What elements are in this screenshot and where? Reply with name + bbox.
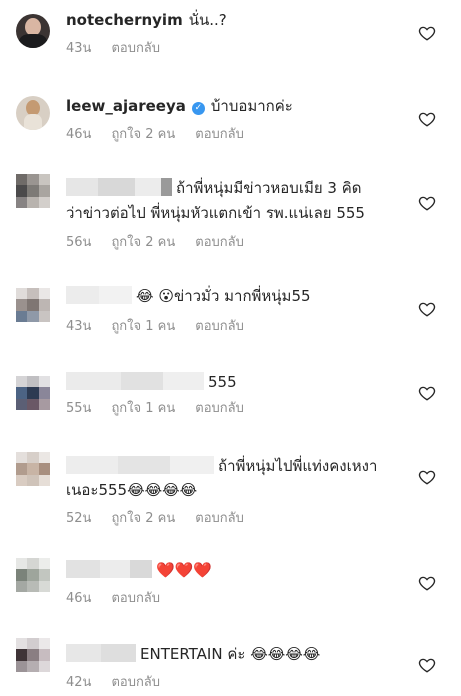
timestamp: 52น bbox=[66, 511, 92, 526]
avatar[interactable] bbox=[16, 14, 50, 48]
reply-button[interactable]: ตอบกลับ bbox=[195, 511, 244, 526]
comment-text: ข่าวมั่ว มากพี่หนุ่ม55 bbox=[173, 287, 311, 305]
comment-text-line: ENTERTAIN ค่ะ 😂😂😂😂 bbox=[66, 642, 320, 667]
comment-text-line: ถ้าพี่หนุ่มไปพี่แท่งคงเหงา bbox=[66, 454, 377, 479]
emoji: 😮 bbox=[158, 287, 174, 305]
reply-button[interactable]: ตอบกลับ bbox=[195, 235, 244, 250]
comment-meta: 43น ตอบกลับ bbox=[66, 40, 180, 58]
heart-outline-icon[interactable] bbox=[418, 300, 436, 318]
timestamp: 42น bbox=[66, 675, 92, 690]
like-count[interactable]: ถูกใจ 1 คน bbox=[111, 401, 175, 416]
reply-button[interactable]: ตอบกลับ bbox=[111, 591, 160, 606]
emoji: 😂 bbox=[136, 287, 154, 305]
reply-button[interactable]: ตอบกลับ bbox=[111, 675, 160, 690]
comment-meta: 43น ถูกใจ 1 คน ตอบกลับ bbox=[66, 318, 264, 336]
reply-button[interactable]: ตอบกลับ bbox=[195, 401, 244, 416]
heart-outline-icon[interactable] bbox=[418, 110, 436, 128]
avatar[interactable] bbox=[16, 558, 50, 592]
reply-button[interactable]: ตอบกลับ bbox=[111, 41, 160, 56]
comment-text: ว่าข่าวต่อไป พี่หนุ่มหัวแตกเข้า รพ.แน่เล… bbox=[66, 204, 365, 222]
heart-outline-icon[interactable] bbox=[418, 194, 436, 212]
like-count[interactable]: ถูกใจ 1 คน bbox=[111, 319, 175, 334]
username-blurred[interactable] bbox=[66, 286, 132, 304]
comment-text-line: 😂 😮ข่าวมั่ว มากพี่หนุ่ม55 bbox=[66, 284, 311, 309]
username-blurred[interactable] bbox=[66, 560, 152, 578]
like-count[interactable]: ถูกใจ 2 คน bbox=[111, 511, 175, 526]
avatar[interactable] bbox=[16, 96, 50, 130]
heart-outline-icon[interactable] bbox=[418, 574, 436, 592]
comment-meta: 56น ถูกใจ 2 คน ตอบกลับ bbox=[66, 234, 264, 252]
comment-text: เนอะ555 bbox=[66, 481, 128, 499]
username[interactable]: leew_ajareeya bbox=[66, 97, 186, 115]
timestamp: 46น bbox=[66, 127, 92, 142]
username-blurred[interactable] bbox=[66, 372, 204, 390]
comment-text-line: ❤️❤️❤️ bbox=[66, 558, 212, 583]
timestamp: 56น bbox=[66, 235, 92, 250]
comment-text-line: leew_ajareeya ✓ บ้าบอมากค่ะ bbox=[66, 94, 293, 119]
comment-text-line: notechernyim นั่น..? bbox=[66, 8, 227, 33]
timestamp: 55น bbox=[66, 401, 92, 416]
heart-outline-icon[interactable] bbox=[418, 656, 436, 674]
comment-text: ถ้าพี่หนุ่มไปพี่แท่งคงเหงา bbox=[218, 457, 378, 475]
comment-text-line: เนอะ555😂😂😂😂 bbox=[66, 478, 197, 503]
like-count[interactable]: ถูกใจ 2 คน bbox=[111, 127, 175, 142]
comment-text: นั่น..? bbox=[188, 11, 227, 29]
emoji: 😂😂😂😂 bbox=[127, 481, 198, 499]
avatar[interactable] bbox=[16, 638, 50, 672]
like-count[interactable]: ถูกใจ 2 คน bbox=[111, 235, 175, 250]
avatar[interactable] bbox=[16, 452, 50, 486]
heart-outline-icon[interactable] bbox=[418, 384, 436, 402]
comment-text: ENTERTAIN ค่ะ bbox=[140, 645, 246, 663]
comment-meta: 46น ถูกใจ 2 คน ตอบกลับ bbox=[66, 126, 264, 144]
comment-text: บ้าบอมากค่ะ bbox=[210, 97, 293, 115]
comment-meta: 52น ถูกใจ 2 คน ตอบกลับ bbox=[66, 510, 264, 528]
comment-text: 555 bbox=[208, 373, 237, 391]
emoji: 😂😂😂😂 bbox=[250, 645, 321, 663]
heart-outline-icon[interactable] bbox=[418, 24, 436, 42]
avatar[interactable] bbox=[16, 174, 50, 208]
timestamp: 43น bbox=[66, 41, 92, 56]
comment-text-line: ถ้าพี่หนุ่มมีข่าวหอบเมีย 3 คิด bbox=[66, 176, 362, 201]
avatar[interactable] bbox=[16, 288, 50, 322]
verified-badge-icon: ✓ bbox=[191, 102, 205, 115]
comment-meta: 55น ถูกใจ 1 คน ตอบกลับ bbox=[66, 400, 264, 418]
heart-outline-icon[interactable] bbox=[418, 468, 436, 486]
reply-button[interactable]: ตอบกลับ bbox=[195, 127, 244, 142]
username-blurred[interactable] bbox=[66, 644, 136, 662]
comment-text-line: ว่าข่าวต่อไป พี่หนุ่มหัวแตกเข้า รพ.แน่เล… bbox=[66, 201, 365, 226]
username-blurred[interactable] bbox=[66, 456, 214, 474]
timestamp: 43น bbox=[66, 319, 92, 334]
comment-text-line: 555 bbox=[66, 370, 237, 395]
username[interactable]: notechernyim bbox=[66, 11, 183, 29]
comment-meta: 46น ตอบกลับ bbox=[66, 590, 180, 608]
timestamp: 46น bbox=[66, 591, 92, 606]
comment-text: ถ้าพี่หนุ่มมีข่าวหอบเมีย 3 คิด bbox=[176, 179, 362, 197]
reply-button[interactable]: ตอบกลับ bbox=[195, 319, 244, 334]
avatar[interactable] bbox=[16, 376, 50, 410]
comment-text: ❤️❤️❤️ bbox=[156, 561, 213, 579]
username-blurred[interactable] bbox=[66, 178, 172, 196]
comment-meta: 42น ตอบกลับ bbox=[66, 674, 180, 692]
